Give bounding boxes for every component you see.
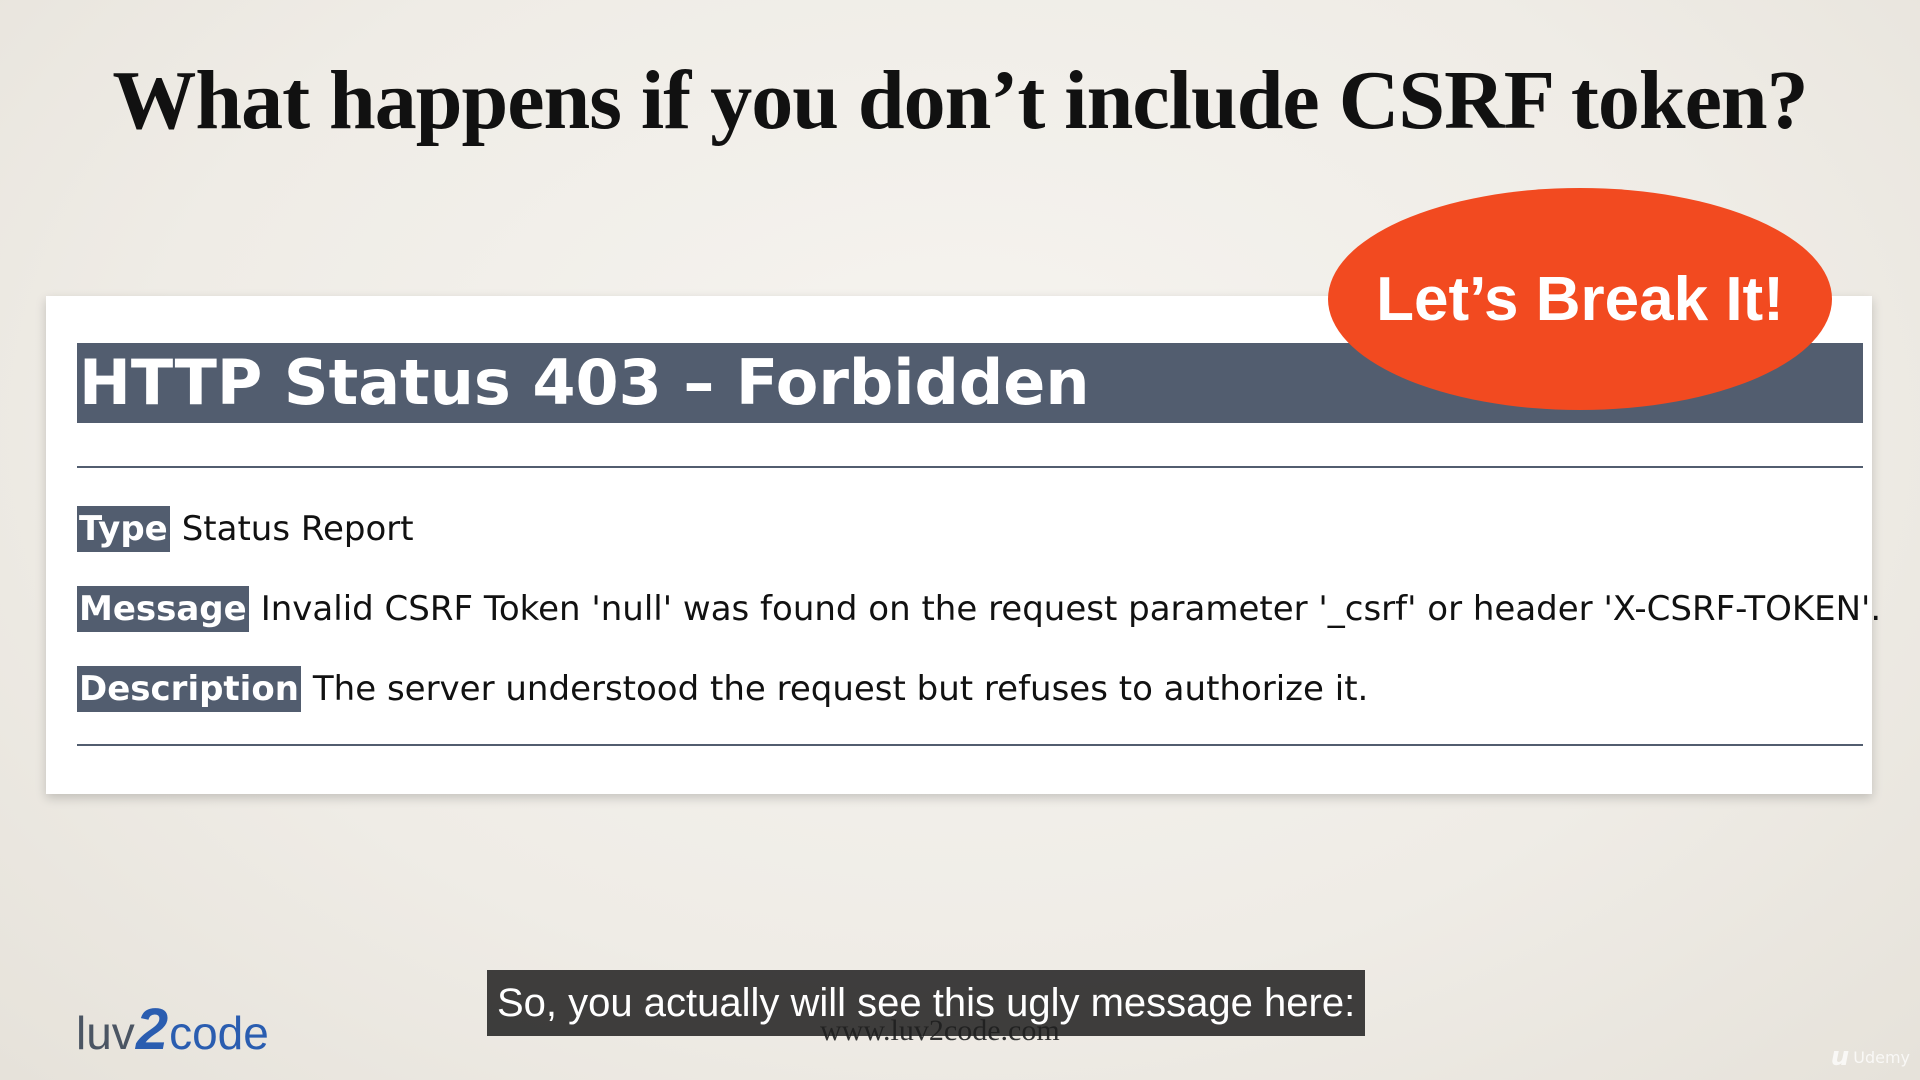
logo-suffix: code xyxy=(169,1007,269,1059)
logo-prefix: luv xyxy=(76,1007,135,1059)
video-subtitle: So, you actually will see this ugly mess… xyxy=(487,970,1366,1036)
udemy-logo-icon: u xyxy=(1830,1042,1850,1072)
description-row: Description The server understood the re… xyxy=(77,666,1368,712)
type-value: Status Report xyxy=(181,509,414,549)
description-label: Description xyxy=(77,666,301,712)
type-row: Type Status Report xyxy=(77,506,414,552)
top-divider xyxy=(77,466,1863,468)
lets-break-it-badge: Let’s Break It! xyxy=(1328,188,1832,410)
slide-title: What happens if you don’t include CSRF t… xyxy=(112,54,1808,147)
message-label: Message xyxy=(77,586,249,632)
bottom-divider xyxy=(77,744,1863,746)
type-label: Type xyxy=(77,506,170,552)
luv2code-logo: luv 2 code xyxy=(76,996,269,1063)
logo-two: 2 xyxy=(135,997,169,1062)
udemy-watermark-text: Udemy xyxy=(1853,1047,1910,1067)
message-value: Invalid CSRF Token 'null' was found on t… xyxy=(260,589,1882,629)
message-row: Message Invalid CSRF Token 'null' was fo… xyxy=(77,586,1881,632)
udemy-watermark: u Udemy xyxy=(1831,1042,1910,1072)
description-value: The server understood the request but re… xyxy=(312,669,1369,709)
